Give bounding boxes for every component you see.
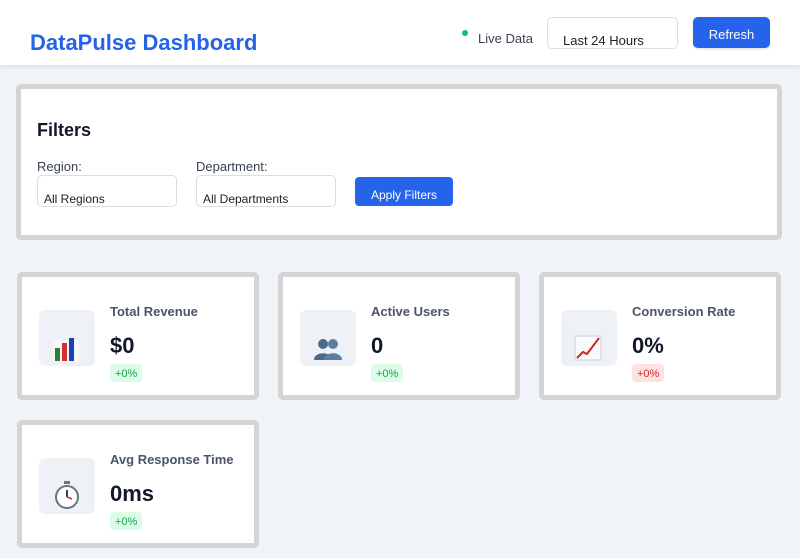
users-icon [300, 310, 356, 366]
metric-card-conversion-rate: Conversion Rate 0% +0% [539, 272, 781, 400]
refresh-button[interactable]: Refresh [693, 17, 770, 48]
filters-panel: Filters Region: All Regions Department: … [16, 84, 782, 240]
department-label: Department: [196, 159, 268, 174]
metric-change-badge: +0% [632, 364, 665, 382]
metric-change-badge: +0% [371, 364, 404, 382]
bar-chart-icon [39, 310, 95, 366]
metric-title: Avg Response Time [110, 452, 234, 467]
live-status-dot-icon [462, 30, 468, 36]
stopwatch-icon [39, 458, 95, 514]
metric-value: 0% [632, 333, 664, 358]
department-select[interactable]: All Departments [196, 175, 336, 207]
metric-value: $0 [110, 333, 135, 358]
region-select-value: All Regions [44, 192, 105, 206]
metric-card-avg-response-time: Avg Response Time 0ms +0% [17, 420, 259, 548]
live-label: Live Data [478, 31, 533, 46]
metric-value: 0 [371, 333, 384, 358]
department-select-value: All Departments [203, 192, 289, 206]
apply-filters-button[interactable]: Apply Filters [355, 177, 453, 206]
time-range-select[interactable]: Last 24 Hours [547, 17, 678, 49]
line-chart-icon [561, 310, 617, 366]
metric-change-badge: +0% [110, 512, 143, 530]
metric-card-active-users: Active Users 0 +0% [278, 272, 520, 400]
app-title: DataPulse Dashboard [30, 30, 258, 55]
metric-card-total-revenue: Total Revenue $0 +0% [17, 272, 259, 400]
metric-value: 0ms [110, 481, 155, 506]
top-bar: DataPulse Dashboard Live Data Last 24 Ho… [0, 0, 800, 66]
time-range-value: Last 24 Hours [563, 33, 644, 48]
metric-title: Active Users [371, 304, 450, 319]
region-select[interactable]: All Regions [37, 175, 177, 207]
region-label: Region: [37, 159, 82, 174]
metric-change-badge: +0% [110, 364, 143, 382]
metric-title: Total Revenue [110, 304, 198, 319]
filters-title: Filters [37, 120, 92, 140]
metric-title: Conversion Rate [632, 304, 736, 319]
